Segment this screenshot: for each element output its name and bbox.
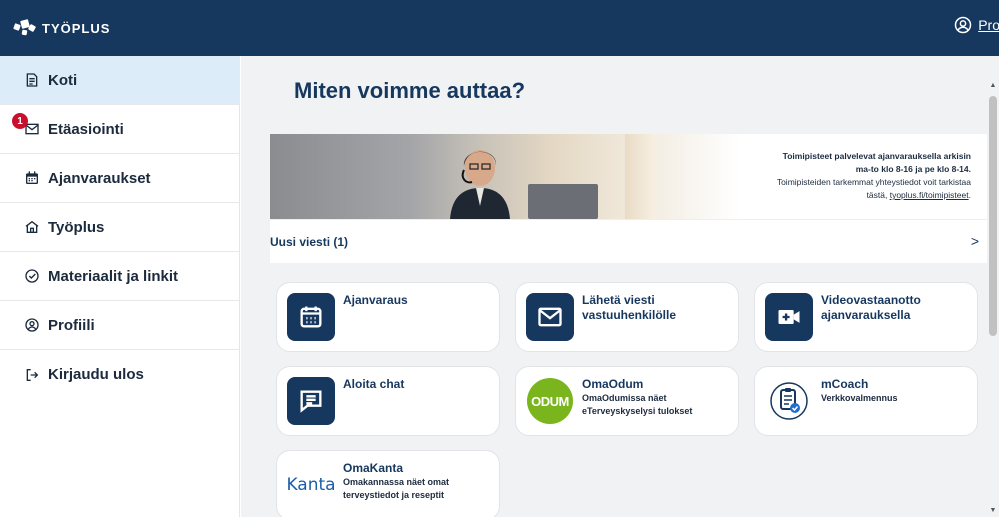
card-subtitle: OmaOdumissa näet eTerveyskyselysi tuloks…: [582, 393, 693, 416]
sidebar-item-label: Työplus: [48, 218, 105, 236]
sidebar-item-label: Kirjaudu ulos: [48, 366, 144, 383]
scroll-down-icon[interactable]: ▼: [989, 507, 997, 515]
card-omaodum[interactable]: ODUM OmaOdum OmaOdumissa näet eTerveysky…: [515, 366, 739, 436]
kanta-logo-text: Kanta: [286, 475, 336, 495]
chevron-right-icon: >: [970, 233, 979, 249]
logo-text: TYÖPLUS: [42, 20, 111, 36]
toimipisteet-link[interactable]: tyoplus.fi/toimipisteet: [890, 190, 969, 200]
sidebar-item-materiaalit[interactable]: Materiaalit ja linkit: [0, 252, 240, 301]
odum-logo: ODUM: [526, 377, 574, 425]
sidebar-item-koti[interactable]: Koti: [0, 56, 240, 105]
main-content: Miten voimme auttaa? Toimipisteet palvel…: [241, 56, 987, 517]
new-message-row[interactable]: Uusi viesti (1) >: [270, 219, 987, 263]
odum-logo-text: ODUM: [527, 378, 573, 424]
top-bar: TYÖPLUS Profi: [0, 0, 999, 56]
unread-badge: 1: [12, 113, 28, 129]
clipboard-check-icon: [765, 377, 813, 425]
kanta-logo: Kanta: [286, 461, 336, 509]
sidebar-item-label: Ajanvaraukset: [48, 169, 151, 187]
user-circle-icon: [25, 318, 39, 332]
card-mcoach[interactable]: mCoach Verkkovalmennus: [754, 366, 978, 436]
card-laheta-viesti[interactable]: Lähetä viesti vastuuhenkilölle: [515, 282, 739, 352]
info-banner: Toimipisteet palvelevat ajanvarauksella …: [270, 134, 987, 219]
logout-icon: [26, 368, 39, 381]
sidebar-item-kirjaudu-ulos[interactable]: Kirjaudu ulos: [0, 350, 240, 399]
sidebar-item-etaasiointi[interactable]: 1 Etäasiointi: [0, 105, 240, 154]
check-circle-icon: [25, 269, 39, 283]
scroll-up-icon[interactable]: ▲: [989, 82, 997, 90]
window-pillar: [625, 134, 655, 219]
chat-icon: [287, 377, 335, 425]
card-title: OmaOdum: [582, 377, 644, 391]
sidebar-item-ajanvaraukset[interactable]: Ajanvaraukset: [0, 154, 240, 203]
sidebar-item-label: Koti: [48, 71, 78, 89]
card-title: Lähetä viesti vastuuhenkilölle: [582, 293, 677, 322]
card-subtitle: Omakannassa näet omat terveystiedot ja r…: [343, 477, 450, 500]
page-title: Miten voimme auttaa?: [294, 78, 526, 103]
card-title: mCoach: [821, 377, 869, 391]
banner-line-3: Toimipisteiden tarkemmat yhteystiedot vo…: [776, 177, 971, 187]
banner-text: Toimipisteet palvelevat ajanvarauksella …: [711, 150, 971, 202]
scrollbar-thumb[interactable]: [989, 96, 997, 336]
card-title: Aloita chat: [343, 377, 405, 391]
card-ajanvaraus[interactable]: Ajanvaraus: [276, 282, 500, 352]
main-scrollbar[interactable]: ▲ ▼: [987, 56, 999, 517]
document-icon: [26, 73, 38, 87]
banner-photo: [270, 134, 740, 219]
monitor-image: [528, 184, 598, 219]
envelope-icon: [526, 293, 574, 341]
card-omakanta[interactable]: Kanta OmaKanta Omakannassa näet omat ter…: [276, 450, 500, 517]
calendar-icon: [26, 171, 38, 184]
card-title: OmaKanta: [343, 461, 404, 475]
banner-line-1: Toimipisteet palvelevat ajanvarauksella …: [782, 151, 971, 161]
banner-line-4-suffix: .: [968, 190, 971, 200]
banner-line-4: tästä, tyoplus.fi/toimipisteet.: [711, 189, 971, 202]
card-videovastaanotto[interactable]: Videovastaanotto ajanvarauksella: [754, 282, 978, 352]
logo-mark-icon: [13, 18, 38, 38]
profile-link-label: Profi: [978, 17, 999, 33]
sidebar-item-label: Profiili: [48, 316, 95, 334]
card-title: Ajanvaraus: [343, 293, 408, 307]
card-title: Videovastaanotto ajanvarauksella: [821, 293, 921, 322]
profile-link[interactable]: Profi: [954, 16, 999, 34]
new-message-label: Uusi viesti (1): [270, 235, 349, 249]
sidebar: Koti 1 Etäasiointi Ajanvaraukset Työplus…: [0, 56, 240, 517]
sidebar-item-tyoplus[interactable]: Työplus: [0, 203, 240, 252]
tyoplus-logo[interactable]: TYÖPLUS: [13, 18, 111, 38]
card-subtitle: Verkkovalmennus: [821, 393, 898, 403]
home-icon: [25, 220, 39, 233]
sidebar-item-label: Etäasiointi: [48, 120, 124, 138]
sidebar-item-profiili[interactable]: Profiili: [0, 301, 240, 350]
calendar-icon: [287, 293, 335, 341]
banner-line-4-prefix: tästä,: [866, 190, 890, 200]
user-circle-icon: [954, 16, 972, 34]
sidebar-item-label: Materiaalit ja linkit: [48, 267, 179, 285]
person-image: [450, 150, 510, 219]
card-aloita-chat[interactable]: Aloita chat: [276, 366, 500, 436]
banner-line-2: ma-to klo 8-16 ja pe klo 8-14.: [855, 164, 971, 174]
video-icon: [765, 293, 813, 341]
